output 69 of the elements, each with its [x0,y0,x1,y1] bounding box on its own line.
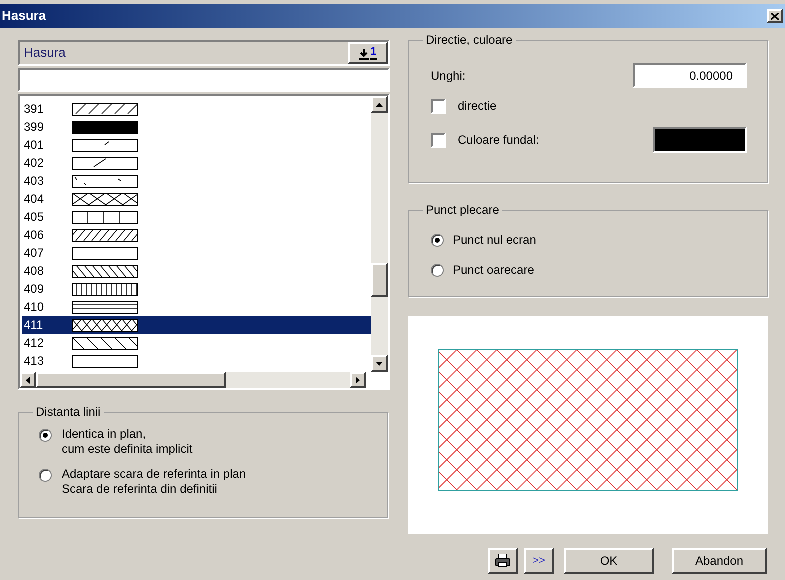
option-label: Punct oarecare [453,262,534,279]
radio-button[interactable] [39,469,52,482]
hatch-list-item[interactable]: 391 [22,100,371,118]
scroll-thumb[interactable] [36,372,226,388]
hatch-list-item[interactable]: 407 [22,244,371,262]
cancel-button[interactable]: Abandon [672,548,767,574]
hatch-list-item[interactable]: 399 [22,118,371,136]
angle-field[interactable]: 0.00000 [633,63,747,88]
checkbox[interactable] [431,98,446,114]
hatch-swatch-icon [72,336,138,350]
hatch-list-item[interactable]: 405 [22,208,371,226]
hatch-list-item[interactable]: 413 [22,352,371,370]
up-arrow-icon [376,102,383,106]
hatch-list-item[interactable]: 401 [22,136,371,154]
hatch-swatch-icon [72,192,138,206]
hatch-list-item[interactable]: 412 [22,334,371,352]
filter-field[interactable] [18,68,390,92]
window-title: Hasura [2,7,46,26]
checkbox-label: directie [458,98,497,115]
option-label: Adaptare scara de referinta in plan [62,467,246,482]
hatch-list-item[interactable]: 403 [22,172,371,190]
option-label: cum este definita implicit [62,442,193,457]
print-button[interactable] [488,548,518,574]
hatch-list-item[interactable]: 411 [22,316,371,334]
ok-button[interactable]: OK [564,548,654,574]
radio-button[interactable] [431,234,444,246]
horizontal-scrollbar[interactable] [20,372,366,388]
sort-button[interactable]: 1 [348,42,388,64]
color-swatch[interactable] [653,127,747,153]
hatch-swatch-icon [72,156,138,170]
radio-button[interactable] [39,429,52,442]
group-title: Punct plecare [423,202,502,218]
hatch-swatch-icon [72,264,138,278]
hatch-swatch-icon [72,318,138,332]
down-arrow-icon [359,49,370,60]
hatch-swatch-icon [72,282,138,296]
hatch-list-item[interactable]: 402 [22,154,371,172]
hatch-list-item[interactable]: 409 [22,280,371,298]
option-label: Scara de referinta din definitii [62,482,218,497]
hatch-swatch-icon [72,120,138,134]
hatch-swatch-icon [72,246,138,260]
scroll-thumb[interactable] [371,263,388,297]
hatch-list-item[interactable]: 408 [22,262,371,280]
right-arrow-icon [356,376,360,384]
hatch-list-item[interactable]: 404 [22,190,371,208]
group-title: Directie, culoare [423,32,516,48]
radio-button[interactable] [431,264,444,276]
hatch-swatch-icon [72,210,138,224]
hatch-swatch-icon [72,174,138,188]
more-button[interactable]: >> [524,548,554,574]
checkbox[interactable] [431,132,446,148]
angle-label: Unghi: [431,68,466,84]
printer-icon [495,554,511,568]
down-arrow-icon [376,362,383,366]
option-label: Identica in plan, [62,427,148,442]
hatch-swatch-icon [72,300,138,314]
hatch-swatch-icon [72,354,138,368]
list-title: Hasura [24,44,66,62]
hatch-list-item[interactable]: 406 [22,226,371,244]
hatch-swatch-icon [72,102,138,116]
option-label: Punct nul ecran [453,232,536,249]
hatch-swatch-icon [72,228,138,242]
vertical-scrollbar[interactable] [371,96,388,372]
hatch-list-item[interactable]: 410 [22,298,371,316]
hatch-swatch-icon [72,138,138,152]
close-button[interactable] [767,9,783,23]
left-arrow-icon [26,376,30,384]
checkbox-label: Culoare fundal: [458,132,540,149]
close-icon [771,12,779,20]
